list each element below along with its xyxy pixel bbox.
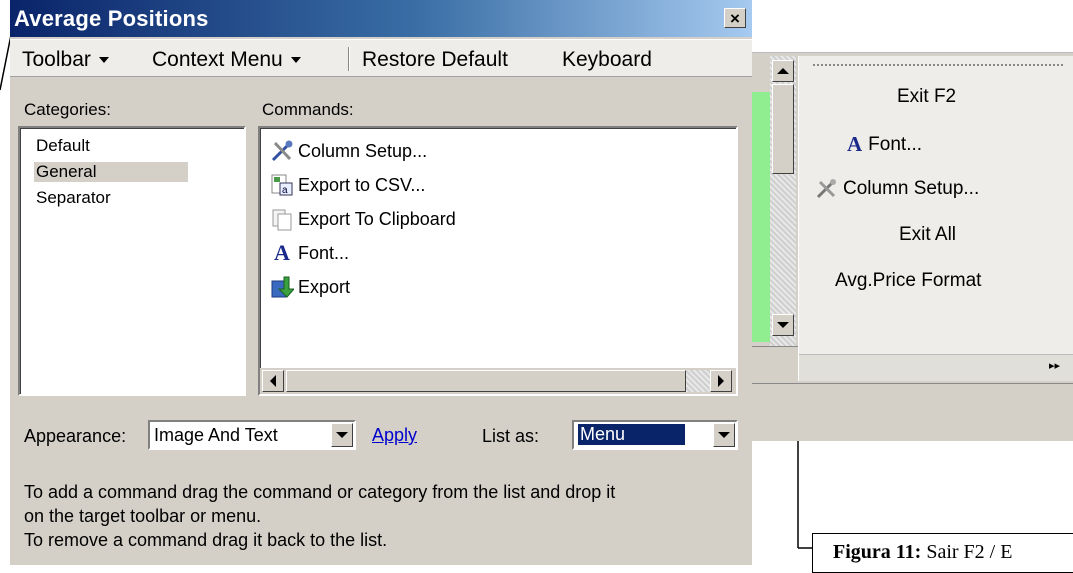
font-icon: A (274, 240, 290, 265)
scroll-up-button[interactable] (772, 60, 794, 82)
appearance-dropdown-button[interactable] (331, 423, 353, 447)
dialog-title: Average Positions (14, 6, 209, 31)
category-general[interactable]: General (34, 162, 188, 182)
menu-footer: ▸▸ (799, 354, 1073, 381)
figure-caption: Figura 11: Sair F2 / E (833, 541, 1013, 563)
chevron-down-icon (290, 57, 301, 64)
command-column-setup[interactable]: Column Setup... (270, 136, 427, 166)
restore-default-button[interactable]: Restore Default (362, 48, 508, 72)
scroll-right-button[interactable] (710, 370, 732, 392)
commands-label: Commands: (262, 100, 354, 119)
menu-item-avg-price-format[interactable]: Avg.Price Format (835, 270, 981, 292)
appearance-select[interactable]: Image And Text (148, 420, 356, 450)
commands-list[interactable]: Column Setup... a Export to CSV... Expor… (258, 126, 738, 396)
appearance-label: Appearance: (24, 426, 127, 446)
menu-drag-handle[interactable] (813, 64, 1063, 66)
menu-item-exit-f2[interactable]: Exit F2 (897, 86, 956, 108)
scroll-thumb[interactable] (772, 84, 794, 174)
command-font[interactable]: A Font... (270, 238, 349, 268)
categories-label: Categories: (24, 100, 111, 119)
list-as-select[interactable]: Menu (572, 420, 738, 450)
command-export-clipboard[interactable]: Export To Clipboard (270, 204, 456, 234)
chevron-down-icon (718, 432, 730, 438)
csv-file-icon: a (270, 173, 294, 197)
clipboard-icon (270, 207, 294, 231)
background-status-area (752, 383, 1073, 441)
menu-bar: Toolbar Context Menu Restore Default Key… (10, 39, 752, 77)
close-button[interactable]: × (724, 8, 746, 28)
customize-dialog: Average Positions × Toolbar Context Menu… (10, 0, 752, 565)
help-text-line-3: To remove a command drag it back to the … (24, 530, 388, 550)
background-vertical-scrollbar[interactable] (770, 56, 796, 346)
commands-horizontal-scrollbar[interactable] (260, 368, 736, 394)
scroll-thumb[interactable] (286, 370, 686, 392)
categories-list[interactable]: Default General Separator (18, 126, 246, 396)
svg-text:a: a (282, 185, 288, 196)
keyboard-button[interactable]: Keyboard (562, 48, 652, 72)
scroll-down-button[interactable] (772, 314, 794, 336)
close-icon: × (730, 8, 740, 28)
figure-caption-box: Figura 11: Sair F2 / E (812, 533, 1073, 573)
background-window-header (752, 0, 1073, 53)
menu-item-font[interactable]: A Font... (847, 132, 922, 157)
category-default[interactable]: Default (34, 136, 92, 156)
chevron-down-icon (336, 432, 348, 438)
help-text-line-2: on the target toolbar or menu. (24, 506, 262, 526)
chevron-down-icon (98, 57, 109, 64)
command-export-csv[interactable]: a Export to CSV... (270, 170, 425, 200)
background-window: Exit F2 A Font... Column Setup... Exit A… (752, 0, 1073, 441)
expand-arrows-icon[interactable]: ▸▸ (1049, 359, 1060, 372)
menu-item-column-setup[interactable]: Column Setup... (815, 178, 979, 200)
scroll-track[interactable] (686, 370, 710, 392)
grid-highlight (752, 92, 770, 342)
toolbar-menu[interactable]: Toolbar (22, 48, 109, 72)
list-as-label: List as: (482, 426, 540, 446)
font-icon: A (847, 132, 863, 156)
scroll-left-button[interactable] (262, 370, 284, 392)
background-corner (752, 346, 798, 383)
category-separator[interactable]: Separator (34, 188, 113, 208)
apply-link[interactable]: Apply (372, 425, 417, 446)
tools-icon (270, 139, 294, 163)
context-menu: Exit F2 A Font... Column Setup... Exit A… (798, 56, 1073, 381)
command-export[interactable]: Export (270, 272, 350, 302)
menu-item-exit-all[interactable]: Exit All (899, 224, 956, 246)
context-menu-menu[interactable]: Context Menu (152, 48, 301, 72)
export-icon (270, 275, 294, 299)
help-text-line-1: To add a command drag the command or cat… (24, 482, 616, 502)
list-as-dropdown-button[interactable] (713, 423, 735, 447)
menu-separator (348, 47, 350, 71)
tools-icon (815, 178, 839, 200)
title-bar[interactable]: Average Positions × (10, 0, 752, 37)
